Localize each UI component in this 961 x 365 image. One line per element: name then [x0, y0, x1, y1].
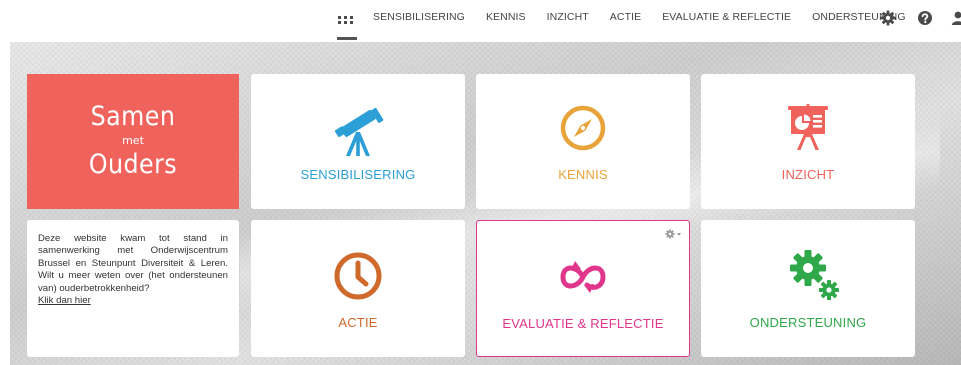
samen-met-ouders-logo[interactable]: Samen met Ouders	[27, 74, 239, 209]
top-navigation: SENSIBILISERING KENNIS INZICHT ACTIE EVA…	[0, 0, 961, 40]
nav-item-sensibilisering[interactable]: SENSIBILISERING	[373, 11, 465, 23]
telescope-icon	[332, 102, 384, 161]
logo-line-samen: Samen	[90, 101, 176, 132]
tile-settings-icon[interactable]	[665, 226, 683, 239]
nav-item-evaluatie-reflectie[interactable]: EVALUATIE & REFLECTIE	[662, 11, 791, 23]
clock-icon	[333, 251, 383, 306]
cycle-arrows-icon	[555, 257, 611, 302]
info-paragraph: Deze website kwam tot stand in samenwerk…	[38, 233, 228, 294]
help-icon[interactable]	[917, 10, 933, 26]
info-link[interactable]: Klik dan hier	[38, 295, 91, 306]
tile-inzicht[interactable]: INZICHT	[701, 74, 915, 209]
logo-line-met: met	[122, 134, 144, 147]
tile-label: INZICHT	[781, 167, 835, 182]
tile-evaluatie-reflectie[interactable]: EVALUATIE & REFLECTIE	[476, 220, 690, 357]
presentation-chart-icon	[786, 104, 830, 157]
tile-actie[interactable]: ACTIE	[251, 220, 465, 357]
tile-kennis[interactable]: KENNIS	[476, 74, 690, 209]
compass-icon	[559, 104, 607, 157]
info-panel: Deze website kwam tot stand in samenwerk…	[27, 220, 239, 357]
tile-sensibilisering[interactable]: SENSIBILISERING	[251, 74, 465, 209]
apps-grid-icon[interactable]	[337, 10, 357, 40]
user-icon[interactable]	[951, 10, 961, 26]
gears-icon	[786, 248, 842, 307]
nav-item-inzicht[interactable]: INZICHT	[547, 11, 589, 23]
tile-ondersteuning[interactable]: ONDERSTEUNING	[701, 220, 915, 357]
gear-icon[interactable]	[880, 10, 896, 26]
tile-label: SENSIBILISERING	[300, 167, 416, 182]
logo-line-ouders: Ouders	[88, 149, 178, 180]
main-menu: SENSIBILISERING KENNIS INZICHT ACTIE EVA…	[373, 11, 927, 23]
tile-label: ONDERSTEUNING	[749, 315, 867, 330]
nav-item-actie[interactable]: ACTIE	[610, 11, 641, 23]
tile-label: EVALUATIE & REFLECTIE	[502, 316, 664, 331]
tile-label: ACTIE	[338, 315, 378, 330]
info-text: Deze website kwam tot stand in samenwerk…	[38, 233, 228, 307]
nav-item-kennis[interactable]: KENNIS	[486, 11, 526, 23]
tile-label: KENNIS	[558, 167, 608, 182]
